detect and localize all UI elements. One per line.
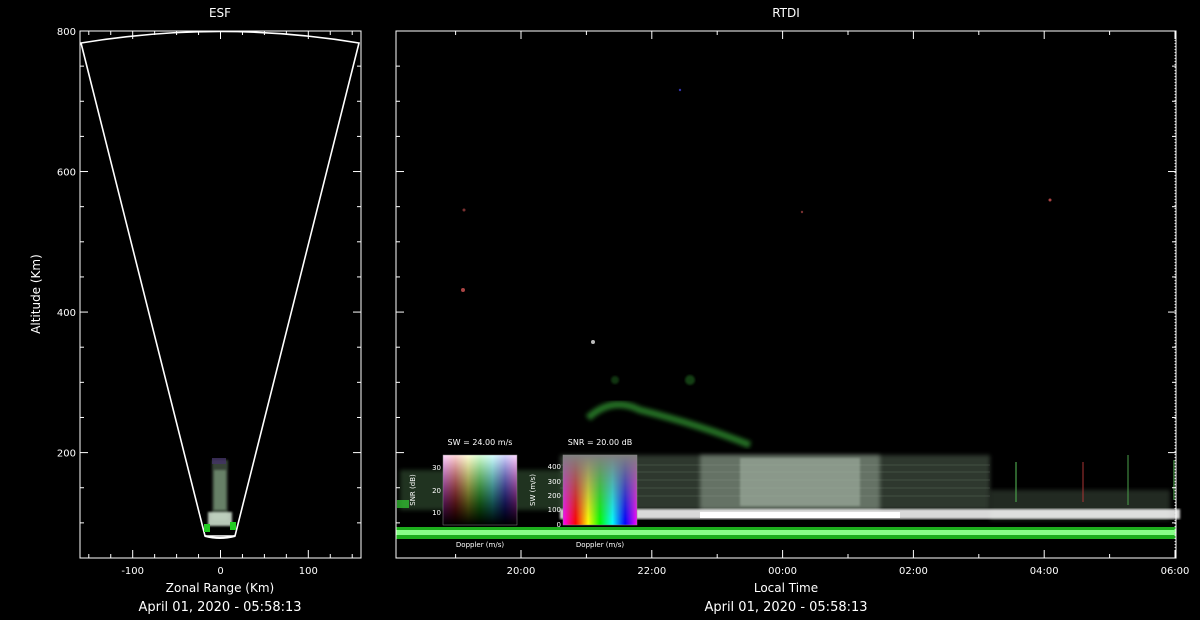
colorbar-snr-ytick: 300 (548, 478, 561, 486)
colorbar-snr-ytick: 200 (548, 492, 561, 500)
esf-panel: ESF 200400600800 -100 0 100 Altitude (Km) … (29, 6, 362, 615)
rtdi-x-tick-label: 00:00 (768, 566, 797, 577)
rtdi-timestamp: April 01, 2020 - 05:58:13 (704, 600, 867, 615)
rtdi-title: RTDI (772, 6, 800, 20)
esf-y-tick-label: 200 (57, 449, 76, 460)
esf-x-tick-label: -100 (121, 566, 144, 577)
colorbar-snr-xlabel: Doppler (m/s) (576, 541, 624, 549)
radar-figure: ESF 200400600800 -100 0 100 Altitude (Km) … (29, 6, 1190, 615)
colorbar-sw-xlabel: Doppler (m/s) (456, 541, 504, 549)
esf-y-tick-label: 800 (57, 27, 76, 38)
colorbar-snr-title: SNR = 20.00 dB (568, 438, 632, 447)
esf-echoes (204, 458, 236, 532)
esf-y-tick-label: 600 (57, 168, 76, 179)
rtdi-x-tick-label: 02:00 (899, 566, 928, 577)
esf-timestamp: April 01, 2020 - 05:58:13 (138, 600, 301, 615)
rtdi-x-tick-label: 22:00 (637, 566, 666, 577)
esf-y-tick-label: 400 (57, 308, 76, 319)
esf-y-axis-label: Altitude (Km) (29, 254, 43, 334)
esf-x-tick-label: 0 (217, 566, 223, 577)
colorbar-sw-ylabel: SNR (dB) (409, 474, 417, 506)
colorbar-sw-title: SW = 24.00 m/s (448, 438, 513, 447)
colorbar-sw-ytick: 10 (432, 509, 441, 517)
rtdi-x-tick-label: 04:00 (1030, 566, 1059, 577)
esf-x-axis-label: Zonal Range (Km) (166, 581, 274, 595)
esf-x-tick-label: 100 (299, 566, 318, 577)
rtdi-x-tick-label: 20:00 (507, 566, 536, 577)
colorbar-snr-ylabel: SW (m/s) (529, 474, 537, 506)
colorbar-snr-ytick: 400 (548, 463, 561, 471)
rtdi-panel: RTDI SW = 24.00 m/s 30 20 10 SNR (dB) Do… (395, 6, 1190, 615)
rtdi-x-axis-label: Local Time (754, 581, 818, 595)
colorbar-snr-ytick: 100 (548, 506, 561, 514)
rtdi-y-axis (396, 30, 1176, 524)
rtdi-x-tick-label: 06:00 (1161, 566, 1190, 577)
esf-title: ESF (209, 6, 231, 20)
esf-y-axis: 200 400 600 800 (57, 27, 361, 524)
colorbar-sw-ytick: 30 (432, 464, 441, 472)
colorbar-snr-ytick: 0 (557, 521, 561, 529)
colorbar-sw-ytick: 20 (432, 487, 441, 495)
